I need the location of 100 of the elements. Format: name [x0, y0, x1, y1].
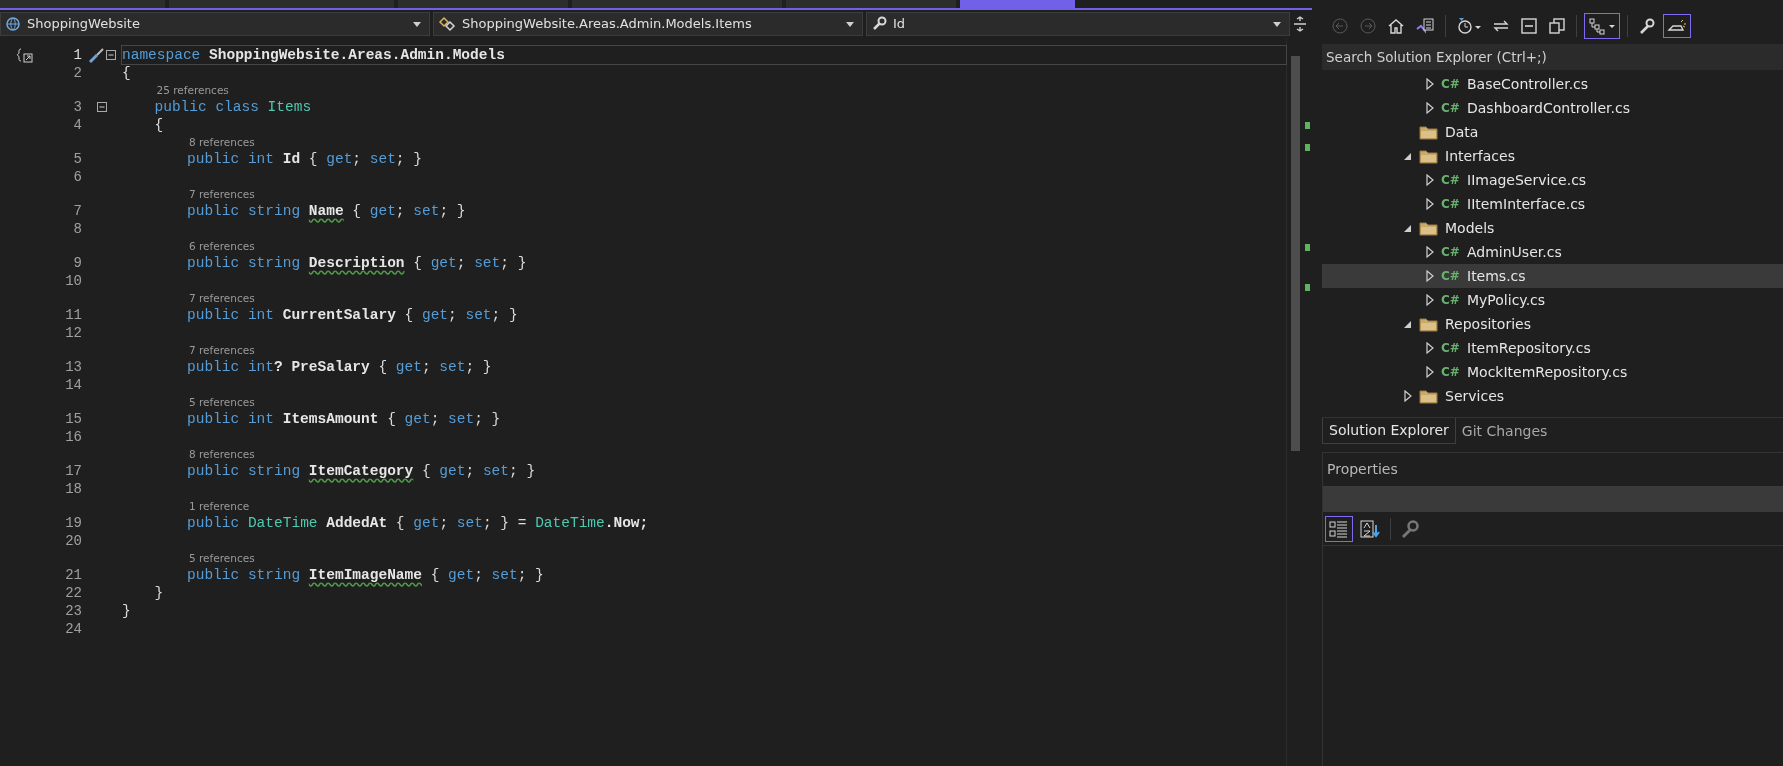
- change-marker: [1305, 244, 1310, 251]
- dropdown[interactable]: Id: [866, 12, 1290, 36]
- class-icon: [438, 16, 456, 32]
- line-number: 10: [64, 272, 82, 290]
- code-line: namespace ShoppingWebsite.Areas.Admin.Models: [122, 46, 1286, 64]
- collapse-icon[interactable]: [97, 102, 107, 112]
- collapsed-arrow-icon: [1425, 198, 1435, 210]
- brush-icon: [88, 47, 106, 63]
- reference-count[interactable]: 8 references: [189, 134, 255, 150]
- warning-squiggle-text: Name: [308, 202, 344, 220]
- collapse-all-icon: [1520, 17, 1538, 35]
- tree-item[interactable]: C# MyPolicy.cs: [1322, 288, 1783, 312]
- collapsed-arrow-icon: [1403, 390, 1413, 402]
- change-marker: [1305, 122, 1310, 129]
- document-switch-icon: [1415, 17, 1435, 35]
- tree-item[interactable]: C# Items.cs: [1322, 264, 1783, 288]
- reference-count[interactable]: 5 references: [189, 394, 255, 410]
- caret-icon: [1273, 21, 1281, 27]
- warning-squiggle-text: Description: [308, 254, 405, 272]
- collapsed-arrow-icon: [1425, 270, 1435, 282]
- csharp-file-icon: C#: [1441, 171, 1467, 189]
- copies-icon: [1548, 17, 1566, 35]
- code-line: public int? PreSalary { get; set; }: [187, 358, 492, 376]
- dropdown[interactable]: ShoppingWebsite: [0, 12, 430, 36]
- scrollbar-thumb[interactable]: [1291, 56, 1300, 451]
- panel-tab[interactable]: Solution Explorer: [1322, 418, 1456, 444]
- line-number: 5: [72, 150, 82, 168]
- tree-item[interactable]: C# DashboardController.cs: [1322, 96, 1783, 120]
- reference-count[interactable]: 25 references: [156, 82, 229, 98]
- dropdown[interactable]: ShoppingWebsite.Areas.Admin.Models.Items: [433, 12, 863, 36]
- line-number: 11: [64, 306, 82, 324]
- sort-icon: [1359, 518, 1381, 539]
- tree-item[interactable]: C# MockItemRepository.cs: [1322, 360, 1783, 384]
- csharp-file-icon: C#: [1441, 75, 1467, 93]
- collapsed-arrow-icon: [1425, 294, 1435, 306]
- search-field[interactable]: Search Solution Explorer (Ctrl+;): [1322, 44, 1783, 70]
- tree-filter-button[interactable]: [1584, 13, 1620, 39]
- line-number: 4: [72, 116, 82, 134]
- change-marker: [1305, 144, 1310, 151]
- line-number: 16: [64, 428, 82, 446]
- caret-icon: [413, 21, 421, 27]
- expanded-arrow-icon: [1403, 151, 1413, 161]
- warning-squiggle-text: ItemImageName: [308, 566, 422, 584]
- csharp-file-icon: C#: [1441, 243, 1467, 261]
- caret-icon: [846, 21, 854, 27]
- panel-tab[interactable]: Git Changes: [1455, 418, 1554, 444]
- reference-count[interactable]: 7 references: [189, 186, 255, 202]
- tree-item[interactable]: C# AdminUser.cs: [1322, 240, 1783, 264]
- collapsed-arrow-icon: [1425, 246, 1435, 258]
- code-line: {: [122, 64, 131, 82]
- code-line: public int ItemsAmount { get; set; }: [187, 410, 501, 428]
- tree-icon: [1587, 16, 1617, 36]
- home-icon: [1387, 17, 1405, 35]
- tree-item[interactable]: Models: [1322, 216, 1783, 240]
- collapse-icon[interactable]: [106, 50, 116, 60]
- tree-item[interactable]: C# BaseController.cs: [1322, 72, 1783, 96]
- tree-item[interactable]: C# IImageService.cs: [1322, 168, 1783, 192]
- tree-item[interactable]: Services: [1322, 384, 1783, 408]
- csharp-file-icon: C#: [1441, 267, 1467, 285]
- preview-button[interactable]: [1663, 14, 1691, 38]
- reference-count[interactable]: 7 references: [189, 342, 255, 358]
- line-number: 23: [64, 602, 82, 620]
- line-number: 1: [72, 46, 82, 64]
- line-number: 19: [64, 514, 82, 532]
- expanded-arrow-icon: [1403, 319, 1413, 329]
- code-line: public string ItemCategory { get; set; }: [187, 462, 536, 480]
- folder-icon: [1419, 316, 1439, 332]
- reference-count[interactable]: 1 reference: [189, 498, 250, 514]
- reference-count[interactable]: 7 references: [189, 290, 255, 306]
- line-number: 2: [72, 64, 82, 82]
- code-line: public class Items: [154, 98, 312, 116]
- namespace-scope-icon: [16, 47, 34, 63]
- csharp-file-icon: C#: [1441, 339, 1467, 357]
- folder-icon: [1419, 388, 1439, 404]
- line-number: 12: [64, 324, 82, 342]
- folder-icon: [1419, 124, 1439, 140]
- line-number: 21: [64, 566, 82, 584]
- tree-item[interactable]: Repositories: [1322, 312, 1783, 336]
- collapsed-arrow-icon: [1425, 78, 1435, 90]
- line-number: 8: [72, 220, 82, 238]
- code-line: public string ItemImageName { get; set; }: [187, 566, 544, 584]
- collapsed-arrow-icon: [1425, 366, 1435, 378]
- tree-item[interactable]: Data: [1322, 120, 1783, 144]
- tree-item[interactable]: C# ItemRepository.cs: [1322, 336, 1783, 360]
- csharp-file-icon: C#: [1441, 363, 1467, 381]
- tree-item[interactable]: C# IItemInterface.cs: [1322, 192, 1783, 216]
- tree-item[interactable]: Interfaces: [1322, 144, 1783, 168]
- code-line: public DateTime AddedAt { get; set; } = DateTime.Now;: [187, 514, 649, 532]
- change-marker: [1305, 284, 1310, 291]
- categorized-button[interactable]: [1325, 515, 1353, 542]
- line-number: 18: [64, 480, 82, 498]
- code-line: public string Description { get; set; }: [187, 254, 527, 272]
- reference-count[interactable]: 8 references: [189, 446, 255, 462]
- code-line: {: [154, 116, 164, 134]
- line-number: 6: [72, 168, 82, 186]
- split-window-button[interactable]: [1293, 16, 1307, 32]
- reference-count[interactable]: 6 references: [189, 238, 255, 254]
- code-line: public int Id { get; set; }: [187, 150, 422, 168]
- reference-count[interactable]: 5 references: [189, 550, 255, 566]
- collapsed-arrow-icon: [1425, 102, 1435, 114]
